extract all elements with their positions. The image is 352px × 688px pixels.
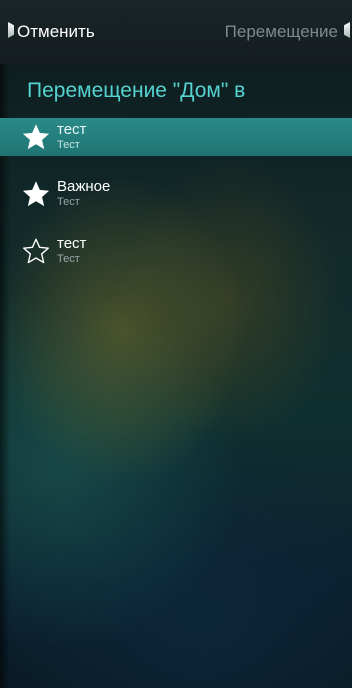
top-bar-title: Перемещение (224, 22, 338, 41)
star-filled-icon (22, 124, 50, 150)
top-bar: Отменить Перемещение (0, 0, 352, 64)
list-item-important[interactable]: Важное Тест (0, 175, 352, 213)
list-item-label: Важное (57, 178, 111, 195)
right-edge-marker-icon (344, 22, 350, 38)
left-edge-marker-icon (8, 22, 14, 38)
list-item-label: тест (57, 235, 87, 252)
screen-edge-shadow (0, 0, 10, 688)
list-item-subtitle: Тест (57, 253, 80, 265)
star-filled-icon (22, 181, 50, 207)
list-item-subtitle: Тест (57, 196, 80, 208)
list-item-label: тест (57, 121, 87, 138)
destination-list: тест Тест Важное Тест тест Тест (0, 118, 352, 289)
star-outline-icon (23, 238, 49, 264)
cancel-button[interactable]: Отменить (17, 18, 95, 46)
list-item-test[interactable]: тест Тест (0, 232, 352, 270)
list-item-subtitle: Тест (57, 139, 80, 151)
page-title: Перемещение "Дом" в (27, 79, 246, 102)
list-item-test-selected[interactable]: тест Тест (0, 118, 352, 156)
screen: Отменить Перемещение Перемещение "Дом" в… (0, 0, 352, 688)
